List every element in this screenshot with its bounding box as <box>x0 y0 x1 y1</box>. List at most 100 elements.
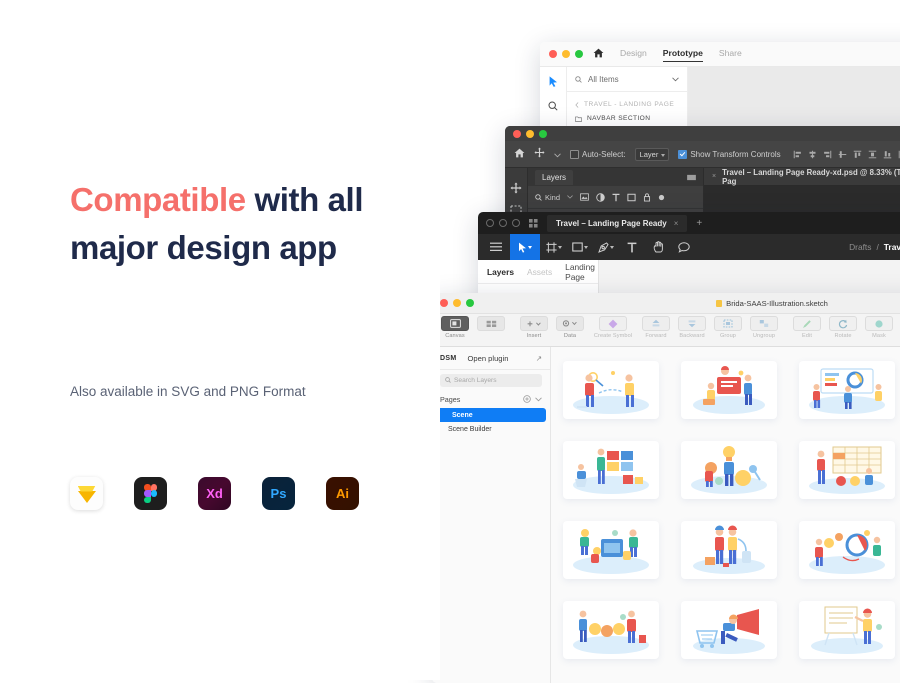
forward-button[interactable]: Forward <box>639 316 673 339</box>
auto-select-checkbox[interactable] <box>570 149 579 159</box>
close-button[interactable] <box>513 129 521 138</box>
illustration-card[interactable] <box>799 361 895 419</box>
close-icon[interactable]: × <box>674 219 679 228</box>
toolbar-group-edit[interactable]: Edit Rotate Mask Scale Flatten Unio <box>790 316 900 339</box>
filter-adjustment-icon[interactable] <box>596 192 605 202</box>
illustration-card[interactable] <box>563 601 659 659</box>
sketch-canvas[interactable] <box>551 347 900 683</box>
breadcrumb[interactable]: TRAVEL - LANDING PAGE <box>567 92 687 112</box>
toolbar-group-insert[interactable]: Insert Data <box>517 316 587 339</box>
grid-view-icon[interactable] <box>529 218 538 228</box>
sketch-window[interactable]: Brida-SAAS-Illustration.sketch Canvas In… <box>432 293 900 683</box>
illustration-card[interactable] <box>563 441 659 499</box>
home-icon[interactable] <box>514 148 525 161</box>
filter-type-icon[interactable] <box>612 193 620 202</box>
select-icon[interactable] <box>510 234 540 260</box>
figma-icon[interactable] <box>134 477 167 510</box>
window-controls[interactable] <box>549 50 583 58</box>
tab-design[interactable]: Design <box>620 48 647 62</box>
filter-toggle[interactable] <box>658 188 665 206</box>
ungroup-button[interactable]: Ungroup <box>747 316 781 339</box>
minimize-button[interactable] <box>562 50 570 58</box>
close-button[interactable] <box>486 219 494 227</box>
chevron-down-icon[interactable] <box>535 397 542 402</box>
filter-shape-icon[interactable] <box>627 193 636 202</box>
canvas-button[interactable]: Canvas <box>438 316 472 339</box>
close-icon[interactable]: × <box>712 173 716 180</box>
breadcrumb[interactable]: Drafts / Travel - Landing <box>849 234 900 260</box>
illustration-card[interactable] <box>681 361 777 419</box>
search-input[interactable]: Search Layers <box>440 373 542 387</box>
add-page-icon[interactable] <box>523 395 531 403</box>
auto-select-option[interactable]: Auto-Select: <box>570 149 626 159</box>
illustrator-icon[interactable]: Ai <box>326 477 359 510</box>
external-link-icon[interactable]: ↗ <box>536 354 542 363</box>
breadcrumb-root[interactable]: Drafts <box>849 242 871 252</box>
photoshop-icon[interactable]: Ps <box>262 477 295 510</box>
mask-button[interactable]: Mask <box>862 316 896 339</box>
new-tab-button[interactable]: + <box>696 218 702 229</box>
illustration-card[interactable] <box>681 601 777 659</box>
illustration-card[interactable] <box>799 601 895 659</box>
panel-menu-icon[interactable] <box>687 174 696 181</box>
window-controls[interactable] <box>513 129 547 138</box>
move-tool-icon[interactable] <box>534 145 545 163</box>
search-icon[interactable] <box>548 101 558 111</box>
tab-layers[interactable]: Layers <box>535 169 574 185</box>
kind-filter[interactable]: Kind <box>535 193 560 202</box>
toolbar-group-arrange[interactable]: Forward Backward Group Ungroup <box>639 316 781 339</box>
page-item-scene-builder[interactable]: Scene Builder <box>432 422 550 436</box>
pages-header[interactable]: Pages <box>432 390 550 408</box>
filter-pixel-icon[interactable] <box>580 193 589 201</box>
home-icon[interactable] <box>593 48 604 61</box>
close-button[interactable] <box>549 50 557 58</box>
illustration-card[interactable] <box>681 521 777 579</box>
illustration-card[interactable] <box>799 521 895 579</box>
search-input[interactable]: All Items <box>588 75 666 84</box>
data-button[interactable]: Data <box>553 316 587 339</box>
align-buttons[interactable] <box>793 150 900 159</box>
tab-layers[interactable]: Layers <box>487 267 514 277</box>
hand-icon[interactable] <box>646 234 670 260</box>
pages-actions[interactable] <box>523 395 542 403</box>
minimize-button[interactable] <box>526 129 534 138</box>
page-item-scene[interactable]: Scene <box>436 408 546 422</box>
group-button[interactable]: Group <box>711 316 745 339</box>
sketch-toolbar[interactable]: Canvas Insert Data Create Symbol Forward… <box>432 314 900 347</box>
insert-button[interactable]: Insert <box>517 316 551 339</box>
create-symbol-button[interactable]: Create Symbol <box>594 316 632 339</box>
tab-assets[interactable]: Assets <box>527 267 552 277</box>
illustration-card[interactable] <box>799 441 895 499</box>
toolbar-group-symbol[interactable]: Create Symbol <box>594 316 632 339</box>
pen-icon[interactable] <box>594 234 618 260</box>
rotate-button[interactable]: Rotate <box>826 316 860 339</box>
layer-filter-row[interactable]: Kind <box>528 186 703 209</box>
window-controls[interactable] <box>486 219 520 227</box>
xd-toolbar[interactable]: Drafts / Travel - Landing <box>478 234 900 260</box>
cursor-icon[interactable] <box>549 76 558 87</box>
maximize-button[interactable] <box>575 50 583 58</box>
rectangle-icon[interactable] <box>568 234 592 260</box>
text-icon[interactable] <box>620 234 644 260</box>
tab-share[interactable]: Share <box>719 48 742 62</box>
show-transform-checkbox[interactable] <box>678 149 688 159</box>
minimize-button[interactable] <box>499 219 507 227</box>
tab-prototype[interactable]: Prototype <box>662 48 703 62</box>
document-tab[interactable]: Travel – Landing Page Ready × <box>547 214 688 232</box>
figma-search-row[interactable]: All Items <box>567 67 687 92</box>
layer-item-navbar[interactable]: NAVBAR SECTION <box>567 112 687 125</box>
menu-icon[interactable] <box>484 234 508 260</box>
photoshop-options-bar[interactable]: Auto-Select: Layer Show Transform Contro… <box>505 141 900 168</box>
grid-view-button[interactable] <box>474 316 508 333</box>
maximize-button[interactable] <box>512 219 520 227</box>
chevron-down-icon[interactable] <box>567 195 573 199</box>
layers-panel-tabs[interactable]: Layers <box>528 168 703 186</box>
sketch-icon[interactable] <box>70 477 103 510</box>
illustration-card[interactable] <box>563 361 659 419</box>
toolbar-group-view[interactable]: Canvas <box>438 316 508 339</box>
adobe-xd-icon[interactable]: Xd <box>198 477 231 510</box>
xd-panel-tabs[interactable]: Layers Assets Landing Page <box>478 260 598 283</box>
artboard-icon[interactable] <box>542 234 566 260</box>
maximize-button[interactable] <box>539 129 547 138</box>
show-transform-option[interactable]: Show Transform Controls <box>678 149 781 159</box>
